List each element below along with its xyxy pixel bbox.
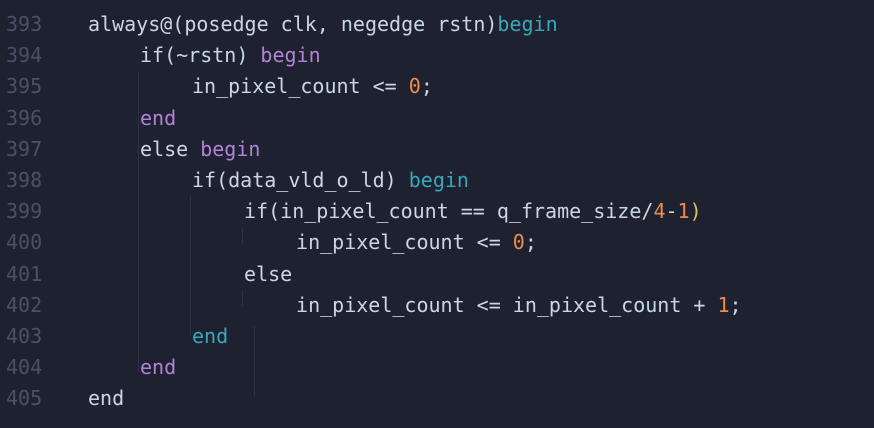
code-token: in_pixel_count <= in_pixel_count + bbox=[296, 292, 718, 317]
line-number: 398 bbox=[6, 168, 43, 192]
code-line[interactable]: 402 in_pixel_count <= in_pixel_count + 1; bbox=[0, 289, 874, 321]
code-line[interactable]: 396 end bbox=[0, 102, 874, 134]
code-text: end bbox=[140, 351, 176, 383]
code-token: begin bbox=[200, 136, 261, 161]
code-token: ; bbox=[420, 74, 433, 99]
code-editor[interactable]: 393 always@(posedge clk, negedge rstn)beg… bbox=[0, 0, 874, 428]
code-text: end bbox=[88, 382, 124, 414]
code-text: end bbox=[192, 320, 228, 352]
code-text: in_pixel_count <= 0; bbox=[192, 70, 433, 102]
code-token: 1 bbox=[717, 292, 730, 317]
line-number: 396 bbox=[6, 105, 43, 130]
code-line[interactable]: 397 else begin bbox=[0, 133, 874, 165]
code-token: ; bbox=[729, 292, 742, 317]
code-token: else bbox=[244, 261, 293, 286]
code-line[interactable]: 394 if(~rstn) begin bbox=[0, 39, 874, 71]
code-token: if(in_pixel_count == q_frame_size/ bbox=[244, 199, 654, 224]
line-number: 397 bbox=[6, 136, 43, 161]
code-token: end bbox=[88, 386, 125, 411]
code-token: 0 bbox=[512, 230, 525, 255]
code-text: if(data_vld_o_ld) begin bbox=[192, 164, 469, 196]
line-number: 404 bbox=[6, 355, 43, 380]
code-text: else bbox=[244, 258, 292, 290]
code-token: begin bbox=[248, 43, 321, 68]
code-token: always@(posedge clk, negedge rstn) bbox=[88, 12, 498, 36]
code-token: ) bbox=[689, 199, 702, 224]
code-text: else begin bbox=[140, 133, 260, 165]
code-text: end bbox=[140, 102, 176, 134]
line-number: 405 bbox=[6, 386, 43, 411]
code-token: end bbox=[192, 324, 229, 348]
code-token: begin bbox=[497, 12, 558, 36]
code-token: begin bbox=[408, 168, 469, 192]
code-token: if(data_vld_o_ld) bbox=[192, 168, 409, 192]
code-token: 0 bbox=[408, 74, 421, 99]
line-number: 399 bbox=[6, 199, 43, 224]
line-number: 393 bbox=[6, 12, 43, 36]
code-token: 1 bbox=[677, 199, 690, 224]
code-line[interactable]: 395 in_pixel_count <= 0; bbox=[0, 70, 874, 102]
code-line[interactable]: 401 else bbox=[0, 258, 874, 290]
code-line[interactable]: 393 always@(posedge clk, negedge rstn)beg… bbox=[0, 8, 874, 40]
code-line[interactable]: 398 if(data_vld_o_ld) begin bbox=[0, 164, 874, 196]
code-line[interactable]: 399 if(in_pixel_count == q_frame_size/4-1… bbox=[0, 195, 874, 227]
code-token: in_pixel_count <= bbox=[296, 230, 513, 255]
code-text: in_pixel_count <= in_pixel_count + 1; bbox=[296, 289, 742, 321]
line-number: 402 bbox=[6, 292, 43, 317]
code-token: else bbox=[140, 136, 201, 161]
code-token: if( bbox=[140, 43, 177, 68]
code-text: if(~rstn) begin bbox=[140, 39, 321, 71]
line-number: 403 bbox=[6, 324, 43, 348]
code-token: 4 bbox=[653, 199, 666, 224]
code-token: end bbox=[140, 105, 177, 130]
line-number: 394 bbox=[6, 43, 43, 68]
code-token: ~rstn bbox=[176, 43, 237, 68]
code-token: ) bbox=[236, 43, 249, 68]
code-token: in_pixel_count <= bbox=[192, 74, 409, 99]
code-token: - bbox=[665, 199, 678, 224]
line-number: 400 bbox=[6, 230, 43, 255]
code-text: in_pixel_count <= 0; bbox=[296, 226, 537, 258]
line-number: 401 bbox=[6, 261, 43, 286]
code-text: if(in_pixel_count == q_frame_size/4-1) bbox=[244, 195, 702, 227]
code-line[interactable]: 405 end bbox=[0, 382, 874, 414]
code-line[interactable]: 403 end bbox=[0, 320, 874, 352]
code-token: end bbox=[140, 355, 177, 380]
code-line[interactable]: 400 in_pixel_count <= 0; bbox=[0, 226, 874, 258]
line-number: 395 bbox=[6, 74, 43, 99]
code-line[interactable]: 404 end bbox=[0, 351, 874, 383]
code-token: ; bbox=[524, 230, 537, 255]
code-text: always@(posedge clk, negedge rstn)begin bbox=[88, 8, 558, 40]
